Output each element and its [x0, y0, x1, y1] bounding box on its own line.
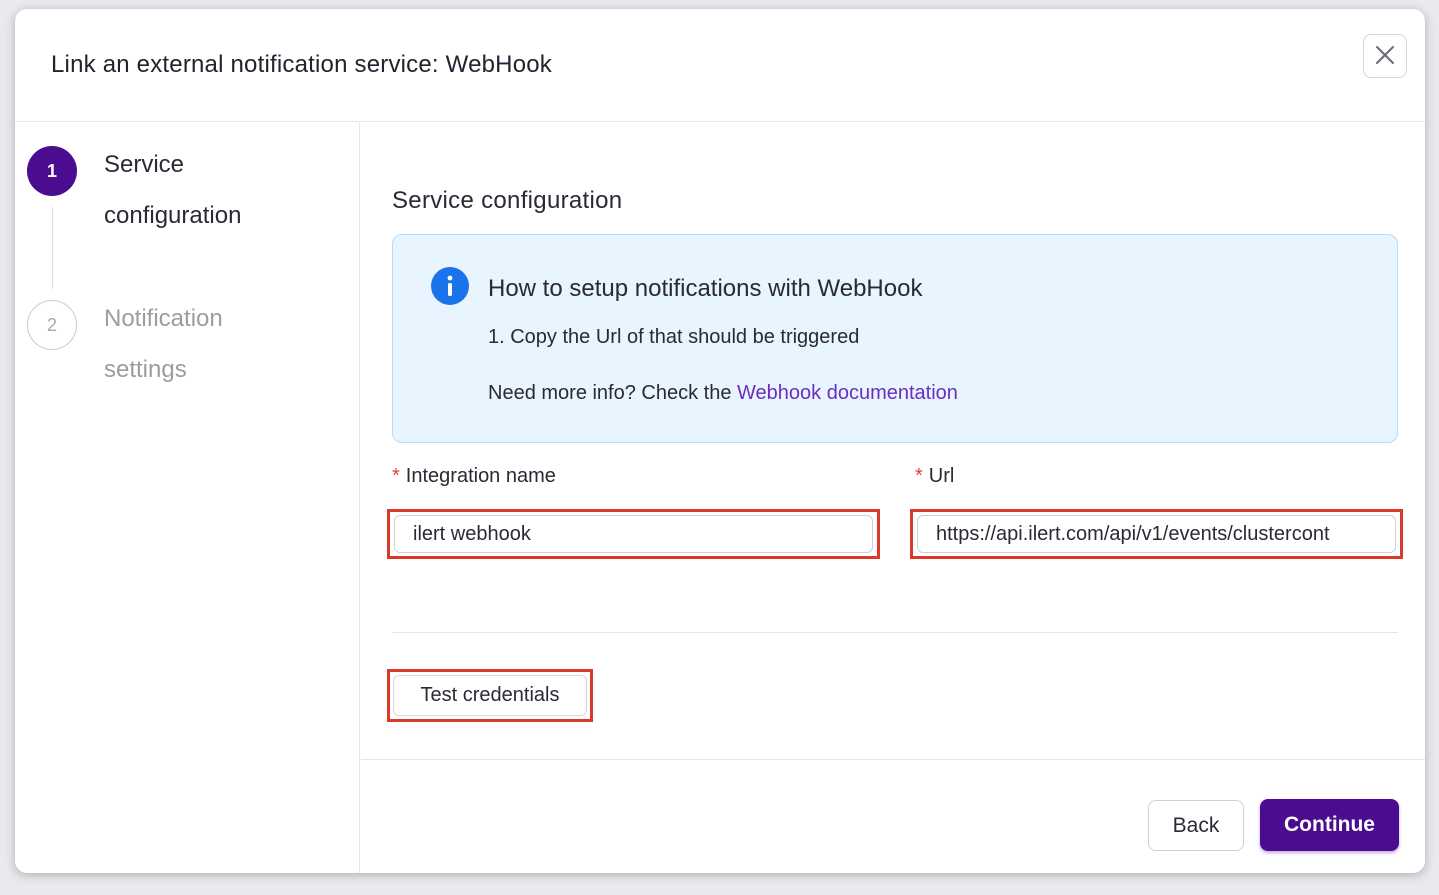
url-highlight: [910, 509, 1403, 559]
close-icon: [1374, 44, 1396, 69]
close-button[interactable]: [1363, 34, 1407, 78]
step-label: Notification settings: [104, 305, 223, 383]
url-label-text: Url: [928, 465, 955, 487]
required-mark: *: [392, 465, 400, 487]
section-title: Service configuration: [392, 187, 623, 214]
main-content: Service configuration How to setup notif…: [361, 122, 1425, 873]
link-service-modal: Link an external notification service: W…: [15, 9, 1425, 873]
modal-title: Link an external notification service: W…: [51, 51, 553, 78]
info-heading: How to setup notifications with WebHook: [488, 275, 923, 302]
step-connector: [52, 207, 53, 289]
info-alert: How to setup notifications with WebHook …: [392, 234, 1398, 443]
step-number-badge: 1: [27, 146, 77, 196]
required-mark: *: [915, 465, 923, 487]
url-label: * Url: [915, 465, 954, 488]
test-credentials-highlight: Test credentials: [387, 669, 593, 722]
divider: [392, 632, 1398, 633]
integration-name-label-text: Integration name: [405, 465, 556, 487]
step-number-badge: 2: [27, 300, 77, 350]
modal-header: Link an external notification service: W…: [15, 9, 1425, 122]
step-label: Service configuration: [104, 151, 242, 229]
info-icon: [431, 267, 469, 305]
integration-name-label: * Integration name: [392, 465, 556, 488]
back-button[interactable]: Back: [1148, 800, 1244, 851]
info-instruction: 1. Copy the Url of that should be trigge…: [488, 326, 860, 348]
test-credentials-button[interactable]: Test credentials: [393, 675, 587, 716]
integration-name-highlight: [387, 509, 880, 559]
continue-button[interactable]: Continue: [1260, 799, 1399, 851]
url-input[interactable]: [917, 515, 1396, 553]
info-more-prefix: Need more info? Check the: [488, 382, 738, 404]
footer-divider: [361, 759, 1425, 760]
steps-sidebar: 1 Service configuration 2 Notification s…: [15, 122, 360, 873]
info-more-text: Need more info? Check the Webhook docume…: [488, 382, 958, 405]
webhook-documentation-link[interactable]: Webhook documentation: [737, 382, 958, 404]
integration-name-input[interactable]: [394, 515, 873, 553]
